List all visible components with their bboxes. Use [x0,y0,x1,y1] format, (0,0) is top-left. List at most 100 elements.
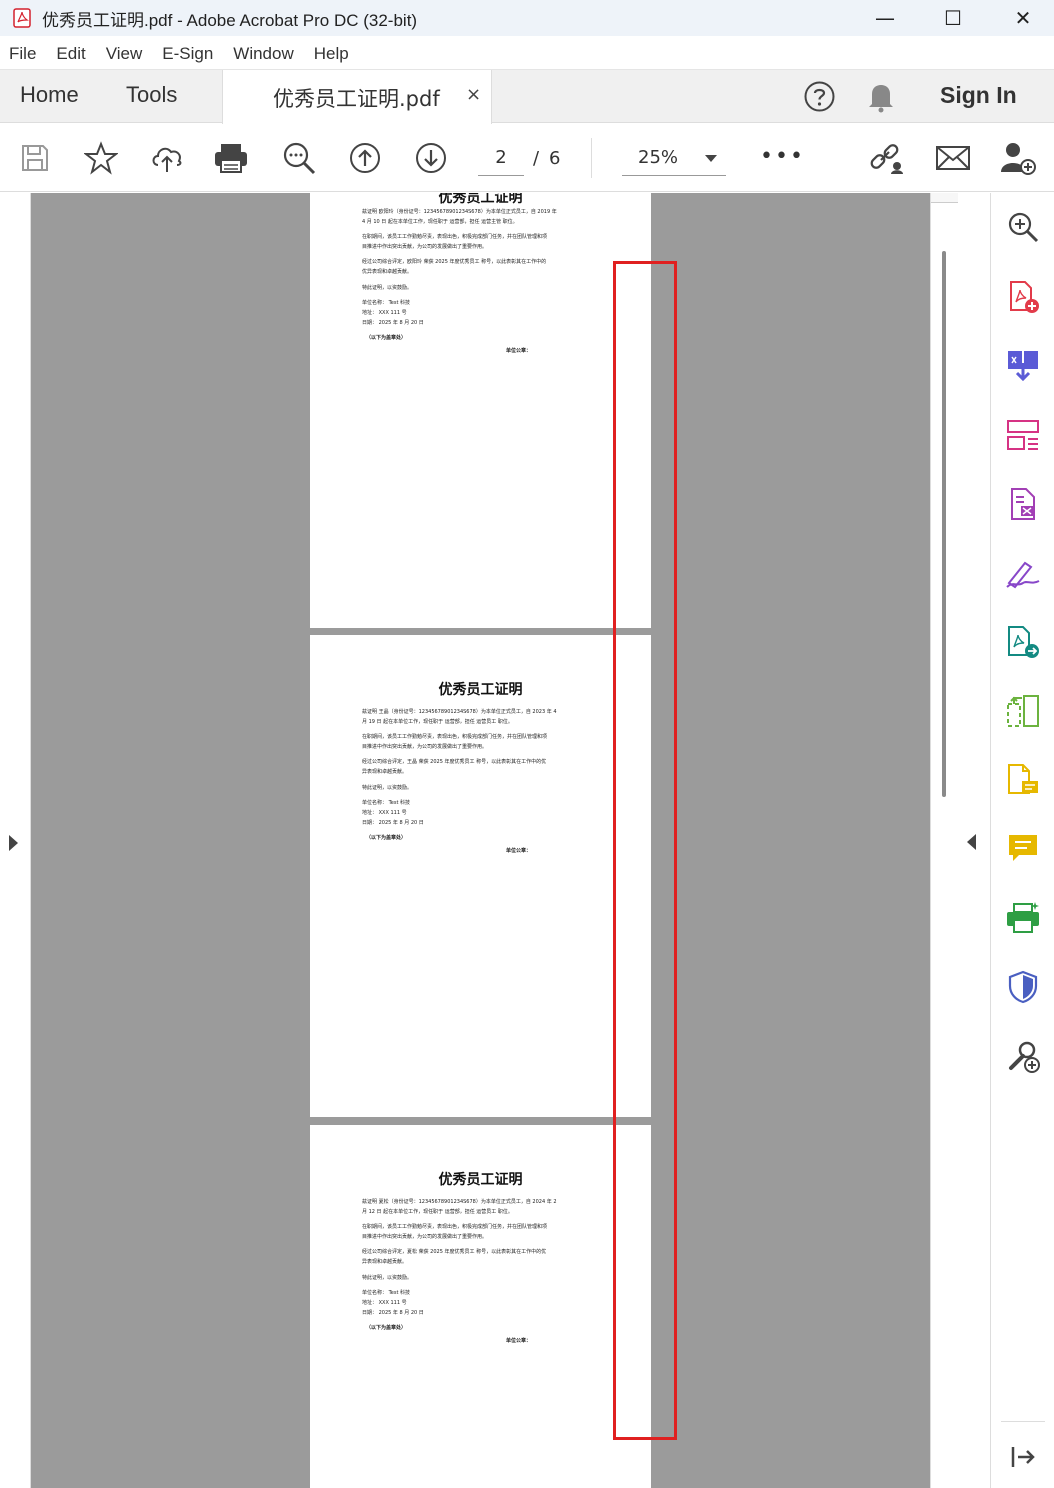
page-text-line: 单位名称： Test 科技 [362,1290,411,1296]
page-text-line: （以下为盖章处） [366,335,407,341]
next-page-icon[interactable] [411,138,451,178]
page-text-line: 异表现和卓越贡献。 [362,769,408,775]
tab-close-button[interactable]: × [466,84,481,105]
email-envelope-icon[interactable] [933,138,973,178]
fill-sign-icon[interactable] [1005,555,1041,591]
page-text-line: 在职期间，该员工工作勤勉尽责，表现出色，积极完成部门任务，并在团队管理和项 [362,1224,548,1230]
more-tools-icon[interactable] [1005,1038,1041,1074]
menu-view[interactable]: View [106,44,143,64]
document-viewport[interactable]: 优秀员工证明 兹证明 欧阳玲（身份证号：12345678901234S678）为… [31,193,930,1488]
page-text-line: 单位名称： Test 科技 [362,800,411,806]
upload-cloud-icon[interactable] [147,138,187,178]
comment-icon[interactable] [1005,831,1041,867]
page-text-line: 单位名称： Test 科技 [362,300,411,306]
tools-rail [990,193,1054,1488]
print-icon[interactable] [211,138,251,178]
page-text-line: 目推进中作出突出贡献，为公司的发展做出了重要作用。 [362,244,488,250]
page-text-line: 特此证明，以资鼓励。 [362,785,413,791]
minimize-button[interactable]: — [850,0,920,36]
window-title: 优秀员工证明.pdf - Adobe Acrobat Pro DC (32-bi… [42,10,418,30]
page-text-line: 优异表现和卓越贡献。 [362,269,413,275]
menu-bar: File Edit View E-Sign Window Help [0,38,1054,70]
toolbar-divider [591,138,592,178]
page-text-line: 经过公司综合评定，欧阳玲 荣获 2025 年度优秀员工 称号，以此表彰其在工作中… [362,259,547,265]
scrollbar-thumb[interactable] [942,251,946,797]
export-pdf-icon[interactable] [1005,624,1041,660]
page-text-line: 在职期间，该员工工作勤勉尽责，表现出色，积极完成部门任务，并在团队管理和项 [362,234,548,240]
menu-help[interactable]: Help [314,44,349,64]
notifications-bell-icon[interactable] [866,80,896,113]
pdf-page: 优秀员工证明 兹证明 王晶（身份证号：12345678901234S678）为本… [310,635,651,1117]
seal-label: 单位公章： [506,348,532,354]
collapse-panel-icon[interactable] [1005,1439,1041,1475]
compress-icon[interactable] [1005,693,1041,729]
menu-edit[interactable]: Edit [56,44,85,64]
expand-left-panel-icon[interactable] [9,835,18,851]
tab-home[interactable]: Home [20,82,79,108]
page-text-line: 经过公司综合评定，夏松 荣获 2025 年度优秀员工 称号，以此表彰其在工作中的… [362,1249,547,1255]
expand-right-panel-icon[interactable] [967,834,976,850]
page-text-line: 经过公司综合评定，王晶 荣获 2025 年度优秀员工 称号，以此表彰其在工作中的… [362,759,547,765]
scroll-up-button[interactable] [931,193,958,203]
page-text-line: 异表现和卓越贡献。 [362,1259,408,1265]
page-text-line: 兹证明 王晶（身份证号：12345678901234S678）为本单位正式员工，… [362,709,557,715]
share-link-icon[interactable] [866,138,906,178]
page-text-line: 在职期间，该员工工作勤勉尽责，表现出色，积极完成部门任务，并在团队管理和项 [362,734,548,740]
acrobat-app-icon [13,8,31,28]
page-text-line: 月 19 日 起在本单位工作，现任职于 运营部，担任 运营员工 职位。 [362,719,513,725]
vertical-scrollbar[interactable] [930,193,958,1488]
pdf-page: 优秀员工证明 兹证明 欧阳玲（身份证号：12345678901234S678）为… [310,193,651,628]
edit-pdf-icon[interactable] [1005,486,1041,522]
page-number-input[interactable]: 2 [478,144,524,176]
comment-doc-icon[interactable] [1005,762,1041,798]
page-title: 优秀员工证明 [438,1172,523,1188]
page-text-line: （以下为盖章处） [366,1325,407,1331]
tab-tools[interactable]: Tools [126,82,177,108]
toolbar: 2 / 6 25% ••• [0,124,1054,192]
save-icon[interactable] [15,138,55,178]
rail-divider [1001,1421,1045,1422]
page-title: 优秀员工证明 [438,193,523,206]
page-text-line: 地址： XXX 111 号 [362,1300,407,1306]
menu-file[interactable]: File [9,44,36,64]
page-text-line: （以下为盖章处） [366,835,407,841]
page-text-line: 地址： XXX 111 号 [362,310,407,316]
tab-document[interactable]: 优秀员工证明.pdf × [222,70,492,124]
more-options-button[interactable]: ••• [760,144,805,169]
pdf-page: 优秀员工证明 兹证明 夏松（身份证号：12345678901234S678）为本… [310,1125,651,1488]
page-text-line: 特此证明，以资鼓励。 [362,1275,413,1281]
page-text-line: 兹证明 夏松（身份证号：12345678901234S678）为本单位正式员工，… [362,1199,557,1205]
page-text-line: 日期： 2025 年 8 月 20 日 [362,320,424,326]
menu-esign[interactable]: E-Sign [162,44,213,64]
page-text-line: 目推进中作出突出贡献，为公司的发展做出了重要作用。 [362,1234,488,1240]
chevron-down-icon[interactable] [705,155,717,162]
page-total: 6 [549,148,561,169]
protect-icon[interactable] [1005,969,1041,1005]
seal-label: 单位公章： [506,848,532,854]
help-icon[interactable] [803,80,836,113]
zoom-out-search-icon[interactable] [279,138,319,178]
page-text-line: 日期： 2025 年 8 月 20 日 [362,820,424,826]
page-separator: / [533,148,540,169]
page-text-line: 兹证明 欧阳玲（身份证号：12345678901234S678）为本单位正式员工… [362,209,557,215]
maximize-button[interactable]: ☐ [918,0,988,36]
page-text-line: 4 月 10 日 起在本单位工作，现任职于 运营部，担任 运营主管 职位。 [362,219,518,225]
page-text-line: 目推进中作出突出贡献，为公司的发展做出了重要作用。 [362,744,488,750]
close-window-button[interactable]: ✕ [988,0,1054,36]
page-title: 优秀员工证明 [438,682,523,698]
seal-label: 单位公章： [506,1338,532,1344]
page-text-line: 日期： 2025 年 8 月 20 日 [362,1310,424,1316]
menu-window[interactable]: Window [233,44,293,64]
tab-document-label: 优秀员工证明.pdf [273,87,440,111]
print-production-icon[interactable] [1005,900,1041,936]
previous-page-icon[interactable] [345,138,385,178]
organize-pages-icon[interactable] [1005,417,1041,453]
combine-files-icon[interactable] [1005,348,1041,384]
add-user-icon[interactable] [998,138,1038,178]
page-text-line: 特此证明，以资鼓励。 [362,285,413,291]
page-text-line: 月 12 日 起在本单位工作，现任职于 运营部，担任 运营员工 职位。 [362,1209,513,1215]
zoom-search-icon[interactable] [1005,209,1041,245]
create-pdf-icon[interactable] [1005,279,1041,315]
bookmark-star-icon[interactable] [81,138,121,178]
sign-in-button[interactable]: Sign In [940,82,1017,109]
